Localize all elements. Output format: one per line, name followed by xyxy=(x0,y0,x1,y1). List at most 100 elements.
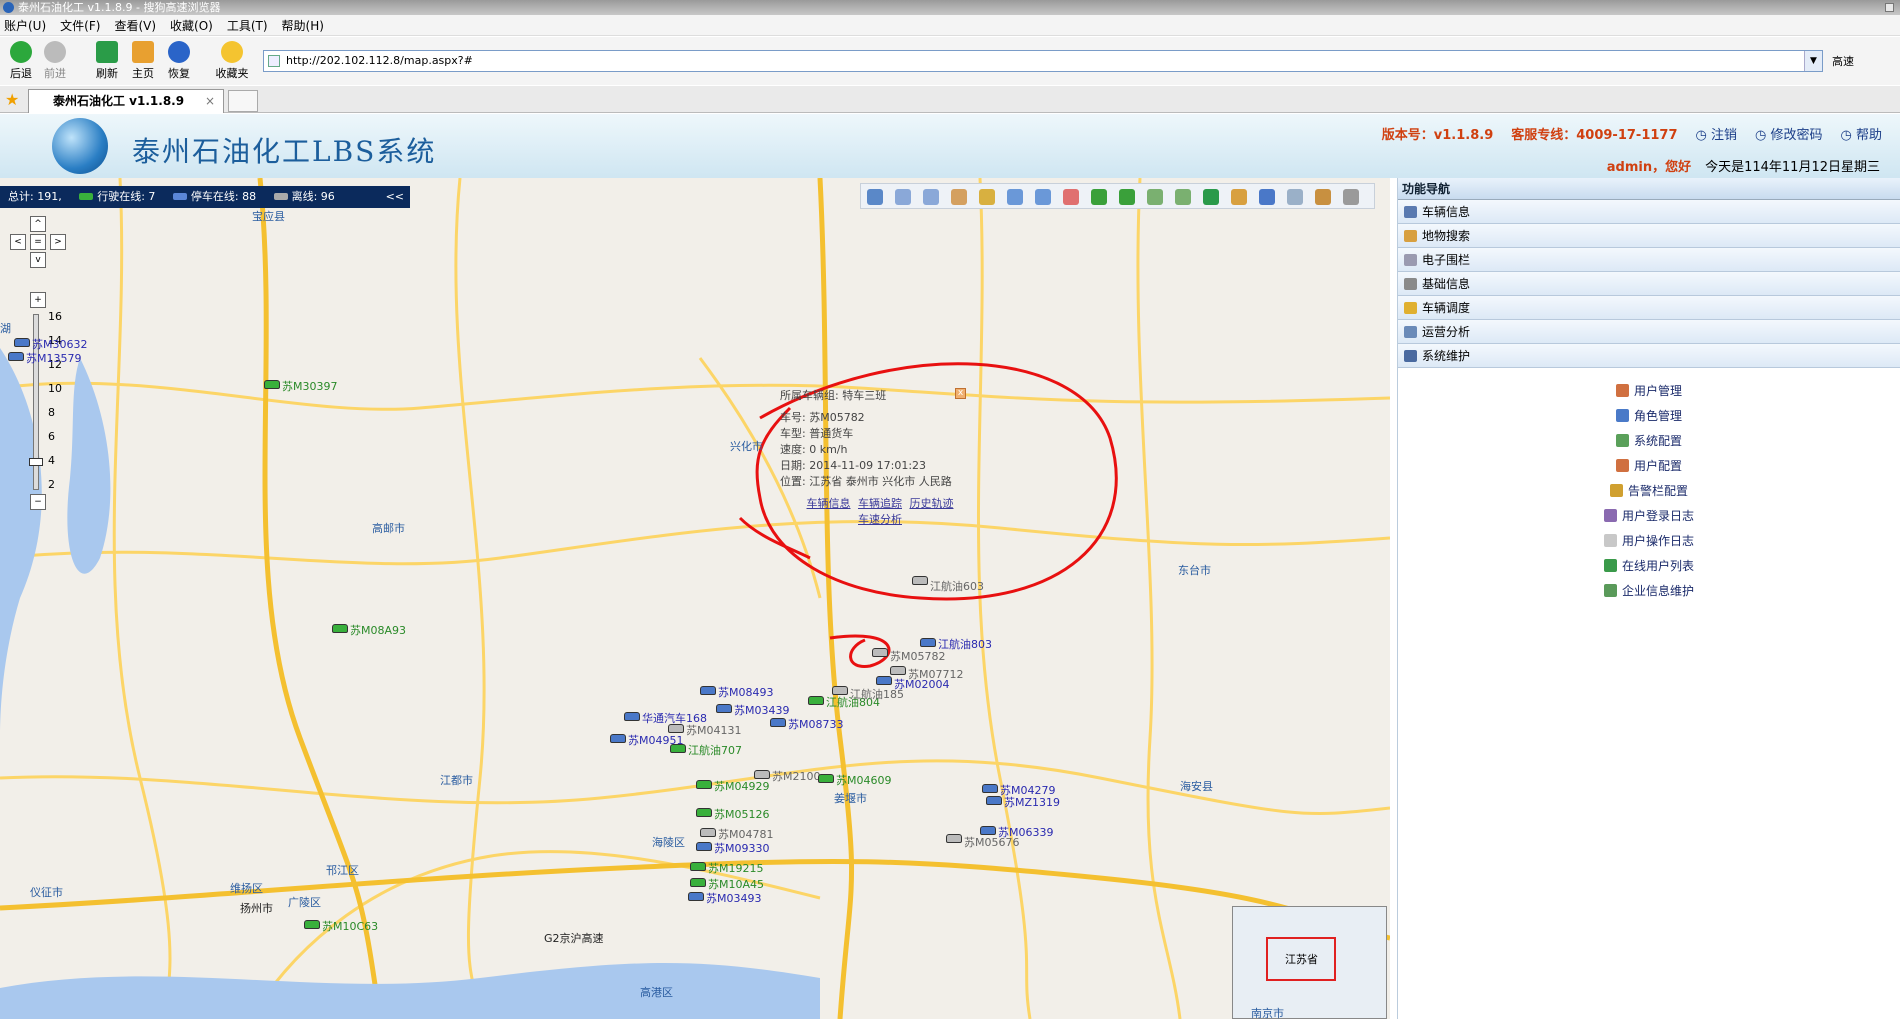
vehicle-label[interactable]: 苏M03439 xyxy=(734,702,789,718)
vehicle-marker[interactable] xyxy=(304,920,320,929)
vehicle-label[interactable]: 苏M04609 xyxy=(836,772,891,788)
export-image-icon[interactable] xyxy=(1259,189,1275,205)
link-vehicle-info[interactable]: 车辆信息 xyxy=(807,497,851,510)
vehicle-label[interactable]: 苏M2100 xyxy=(772,768,821,784)
collapse-stats-button[interactable]: << xyxy=(386,186,404,208)
restore-button[interactable]: 恢复 xyxy=(162,41,196,83)
submenu-alert-config[interactable]: 告警栏配置 xyxy=(1398,478,1900,503)
tab-close-icon[interactable]: × xyxy=(205,90,215,112)
zoom-slider-thumb[interactable] xyxy=(29,458,43,466)
window-icon[interactable] xyxy=(1287,189,1303,205)
vehicle-label[interactable]: 苏M19215 xyxy=(708,860,763,876)
vehicle-marker[interactable] xyxy=(754,770,770,779)
pan-up-icon[interactable]: ^ xyxy=(30,216,46,232)
tab-main[interactable]: 泰州石油化工 v1.1.8.9 × xyxy=(28,89,224,113)
vehicle-marker[interactable] xyxy=(986,796,1002,805)
vehicle-label[interactable]: 苏M04131 xyxy=(686,722,741,738)
vehicle-marker[interactable] xyxy=(690,878,706,887)
sidebar-item-system-maintenance[interactable]: 系统维护 xyxy=(1398,344,1900,368)
menu-file[interactable]: 文件(F) xyxy=(60,17,100,34)
vehicle-marker[interactable] xyxy=(264,380,280,389)
vehicle-marker[interactable] xyxy=(716,704,732,713)
sidebar-item-vehicle-info[interactable]: 车辆信息 xyxy=(1398,200,1900,224)
vehicle-label[interactable]: 苏M02004 xyxy=(894,676,949,692)
vehicle-label[interactable]: 江航油603 xyxy=(930,578,984,594)
vehicle-marker[interactable] xyxy=(688,892,704,901)
link-history-track[interactable]: 历史轨迹 xyxy=(910,497,954,510)
menu-favorites[interactable]: 收藏(O) xyxy=(170,17,213,34)
vehicle-label[interactable]: 苏M08493 xyxy=(718,684,773,700)
back-button[interactable]: 后退 xyxy=(4,41,38,83)
vehicle-marker[interactable] xyxy=(946,834,962,843)
zoom-box-in-icon[interactable] xyxy=(895,189,911,205)
arrow-right-icon[interactable] xyxy=(1119,189,1135,205)
zoom-out-icon[interactable] xyxy=(1035,189,1051,205)
layer-edit-icon[interactable] xyxy=(1231,189,1247,205)
vehicle-label[interactable]: 苏M05782 xyxy=(890,648,945,664)
submenu-online-users[interactable]: 在线用户列表 xyxy=(1398,553,1900,578)
vehicle-marker[interactable] xyxy=(696,780,712,789)
pan-right-icon[interactable]: > xyxy=(50,234,66,250)
vehicle-marker[interactable] xyxy=(696,808,712,817)
vehicle-marker[interactable] xyxy=(818,774,834,783)
help-link[interactable]: ◷ 帮助 xyxy=(1841,124,1883,143)
pan-left-icon[interactable]: < xyxy=(10,234,26,250)
vehicle-marker[interactable] xyxy=(832,686,848,695)
measure-ruler-icon[interactable] xyxy=(979,189,995,205)
vehicle-marker[interactable] xyxy=(610,734,626,743)
zoom-minus-button[interactable]: − xyxy=(30,494,46,510)
favorites-button[interactable]: 收藏夹 xyxy=(210,41,254,83)
submenu-role-management[interactable]: 角色管理 xyxy=(1398,403,1900,428)
vehicle-label[interactable]: 苏M08A93 xyxy=(350,622,406,638)
forward-button[interactable]: 前进 xyxy=(38,41,72,83)
vehicle-label[interactable]: 苏M08733 xyxy=(788,716,843,732)
fullextent-icon[interactable] xyxy=(867,189,883,205)
zoom-plus-button[interactable]: + xyxy=(30,292,46,308)
sidebar-item-basic-info[interactable]: 基础信息 xyxy=(1398,272,1900,296)
vehicle-label[interactable]: 苏M30397 xyxy=(282,378,337,394)
vehicle-marker[interactable] xyxy=(920,638,936,647)
sidebar-item-operation-analysis[interactable]: 运营分析 xyxy=(1398,320,1900,344)
vehicle-marker[interactable] xyxy=(14,338,30,347)
submenu-user-config[interactable]: 用户配置 xyxy=(1398,453,1900,478)
sidebar-item-poi-search[interactable]: 地物搜索 xyxy=(1398,224,1900,248)
vehicle-label[interactable]: 苏M05676 xyxy=(964,834,1019,850)
vehicle-label[interactable]: 苏M10C63 xyxy=(322,918,378,934)
bubble-icon[interactable] xyxy=(1203,189,1219,205)
new-tab-button[interactable] xyxy=(228,90,258,112)
vehicle-marker[interactable] xyxy=(872,648,888,657)
vehicle-label[interactable]: 苏M05126 xyxy=(714,806,769,822)
sidebar-item-dispatch[interactable]: 车辆调度 xyxy=(1398,296,1900,320)
vehicle-label[interactable]: 苏M04951 xyxy=(628,732,683,748)
menu-tools[interactable]: 工具(T) xyxy=(227,17,268,34)
link-speed-analysis[interactable]: 车速分析 xyxy=(858,513,902,526)
vehicle-marker[interactable] xyxy=(332,624,348,633)
select-point-icon[interactable] xyxy=(1175,189,1191,205)
address-bar[interactable]: http://202.102.112.8/map.aspx?# ▼ xyxy=(263,50,1823,72)
vehicle-marker[interactable] xyxy=(982,784,998,793)
pan-hand-icon[interactable] xyxy=(951,189,967,205)
submenu-system-config[interactable]: 系统配置 xyxy=(1398,428,1900,453)
popup-close-icon[interactable]: x xyxy=(955,388,966,399)
pan-center-icon[interactable]: = xyxy=(30,234,46,250)
vehicle-marker[interactable] xyxy=(8,352,24,361)
overview-map[interactable]: 江苏省 南京市 xyxy=(1232,906,1387,1019)
submenu-user-management[interactable]: 用户管理 xyxy=(1398,378,1900,403)
vehicle-marker[interactable] xyxy=(696,842,712,851)
refresh-button[interactable]: 刷新 xyxy=(90,41,124,83)
vehicle-marker[interactable] xyxy=(700,828,716,837)
submenu-login-log[interactable]: 用户登录日志 xyxy=(1398,503,1900,528)
submenu-operation-log[interactable]: 用户操作日志 xyxy=(1398,528,1900,553)
eraser-icon[interactable] xyxy=(1063,189,1079,205)
vehicle-marker[interactable] xyxy=(808,696,824,705)
map-view[interactable]: 总计: 191, 行驶在线: 7 停车在线: 88 离线: 96 << ^ < … xyxy=(0,178,1390,1019)
speed-mode-button[interactable]: 高速 xyxy=(1832,53,1854,69)
select-area-icon[interactable] xyxy=(1147,189,1163,205)
change-password-link[interactable]: ◷ 修改密码 xyxy=(1755,124,1823,143)
zoom-box-out-icon[interactable] xyxy=(923,189,939,205)
favorite-star-icon[interactable]: ★ xyxy=(5,90,19,109)
menu-account[interactable]: 账户(U) xyxy=(4,17,46,34)
vehicle-label[interactable]: 苏M04929 xyxy=(714,778,769,794)
window-close-icon[interactable] xyxy=(1885,3,1894,12)
vehicle-marker[interactable] xyxy=(876,676,892,685)
